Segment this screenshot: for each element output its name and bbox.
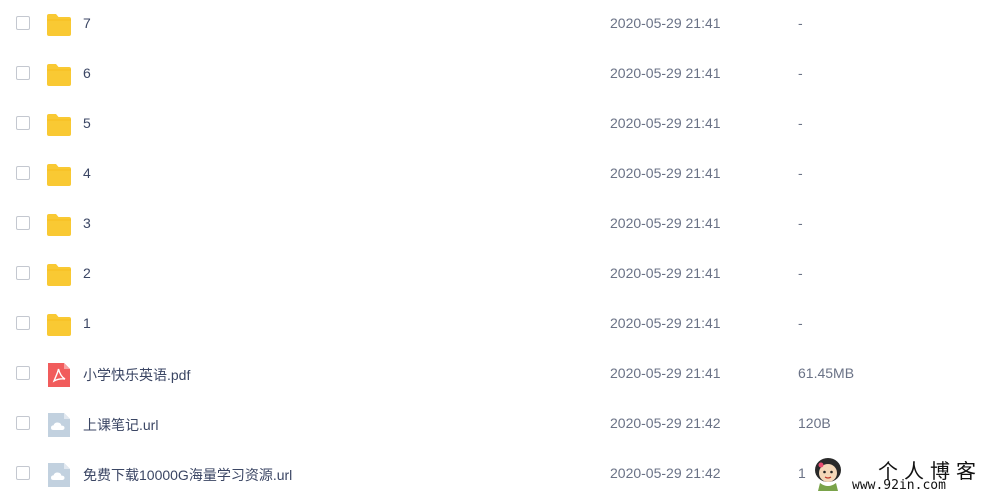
pdf-file-icon xyxy=(46,363,72,387)
file-name[interactable]: 7 xyxy=(83,15,91,31)
row-checkbox[interactable] xyxy=(16,266,30,280)
file-name[interactable]: 1 xyxy=(83,315,91,331)
file-name[interactable]: 3 xyxy=(83,215,91,231)
row-checkbox[interactable] xyxy=(16,466,30,480)
file-name[interactable]: 免费下载10000G海量学习资源.url xyxy=(83,465,292,485)
url-file-icon xyxy=(46,463,72,487)
file-date: 2020-05-29 21:41 xyxy=(610,15,721,31)
row-checkbox[interactable] xyxy=(16,16,30,30)
folder-icon xyxy=(46,313,72,337)
file-date: 2020-05-29 21:42 xyxy=(610,415,721,431)
file-size: - xyxy=(798,265,803,281)
avatar xyxy=(812,456,844,492)
file-size: - xyxy=(798,215,803,231)
folder-icon xyxy=(46,213,72,237)
file-row[interactable]: 3 2020-05-29 21:41 - xyxy=(0,200,1003,250)
file-date: 2020-05-29 21:41 xyxy=(610,65,721,81)
file-size: - xyxy=(798,165,803,181)
file-date: 2020-05-29 21:41 xyxy=(610,165,721,181)
file-size: - xyxy=(798,115,803,131)
file-name[interactable]: 小学快乐英语.pdf xyxy=(83,365,190,385)
file-size: - xyxy=(798,315,803,331)
row-checkbox[interactable] xyxy=(16,216,30,230)
file-row[interactable]: 7 2020-05-29 21:41 - xyxy=(0,0,1003,50)
file-date: 2020-05-29 21:41 xyxy=(610,365,721,381)
file-name[interactable]: 2 xyxy=(83,265,91,281)
file-name[interactable]: 5 xyxy=(83,115,91,131)
folder-icon xyxy=(46,63,72,87)
file-name[interactable]: 6 xyxy=(83,65,91,81)
folder-icon xyxy=(46,13,72,37)
file-size: 1 xyxy=(798,465,806,481)
file-date: 2020-05-29 21:41 xyxy=(610,115,721,131)
watermark-url: www.92in.com xyxy=(852,478,946,493)
file-size: 61.45MB xyxy=(798,365,855,381)
file-list: 7 2020-05-29 21:41 - 6 2020-05-29 21:41 … xyxy=(0,0,1003,500)
file-size: 120B xyxy=(798,415,831,431)
url-file-icon xyxy=(46,413,72,437)
file-size: - xyxy=(798,65,803,81)
folder-icon xyxy=(46,163,72,187)
folder-icon xyxy=(46,263,72,287)
file-date: 2020-05-29 21:41 xyxy=(610,265,721,281)
file-date: 2020-05-29 21:41 xyxy=(610,215,721,231)
file-date: 2020-05-29 21:42 xyxy=(610,465,721,481)
row-checkbox[interactable] xyxy=(16,366,30,380)
file-row[interactable]: 上课笔记.url 2020-05-29 21:42 120B xyxy=(0,400,1003,450)
folder-icon xyxy=(46,113,72,137)
watermark: 个人博客 www.92in.com xyxy=(808,452,1003,497)
row-checkbox[interactable] xyxy=(16,116,30,130)
row-checkbox[interactable] xyxy=(16,166,30,180)
row-checkbox[interactable] xyxy=(16,416,30,430)
file-row[interactable]: 1 2020-05-29 21:41 - xyxy=(0,300,1003,350)
file-row[interactable]: 5 2020-05-29 21:41 - xyxy=(0,100,1003,150)
row-checkbox[interactable] xyxy=(16,66,30,80)
file-name[interactable]: 上课笔记.url xyxy=(83,415,158,435)
file-name[interactable]: 4 xyxy=(83,165,91,181)
file-row[interactable]: 4 2020-05-29 21:41 - xyxy=(0,150,1003,200)
file-size: - xyxy=(798,15,803,31)
file-row[interactable]: 6 2020-05-29 21:41 - xyxy=(0,50,1003,100)
file-row[interactable]: 小学快乐英语.pdf 2020-05-29 21:41 61.45MB xyxy=(0,350,1003,400)
file-row[interactable]: 2 2020-05-29 21:41 - xyxy=(0,250,1003,300)
row-checkbox[interactable] xyxy=(16,316,30,330)
file-date: 2020-05-29 21:41 xyxy=(610,315,721,331)
